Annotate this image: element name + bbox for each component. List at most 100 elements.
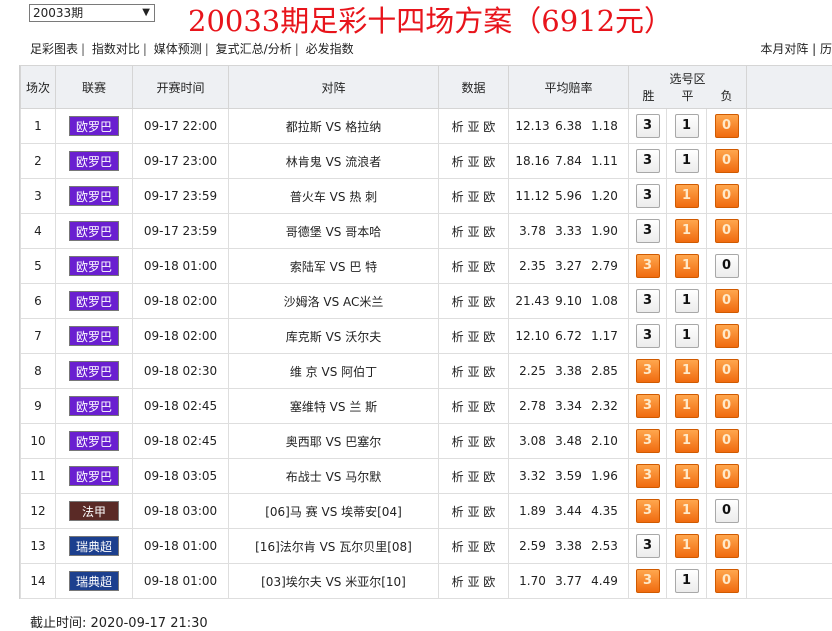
pick-lose-button[interactable]: 0 <box>715 254 739 278</box>
pick-lose-button[interactable]: 0 <box>715 499 739 523</box>
match-teams: [16]法尔肯 VS 瓦尔贝里[08] <box>229 529 439 564</box>
odds-lose: 4.35 <box>587 504 623 518</box>
pick-draw-button[interactable]: 1 <box>675 499 699 523</box>
nav-link-betfair[interactable]: 必发指数 <box>306 42 354 56</box>
col-extra <box>747 66 832 109</box>
pick-win-button[interactable]: 3 <box>636 534 660 558</box>
pick-draw-button[interactable]: 1 <box>675 569 699 593</box>
nav-link-chart[interactable]: 足彩图表 <box>30 42 78 56</box>
pick-lose-button[interactable]: 0 <box>715 464 739 488</box>
period-select[interactable]: 20033期 ▼ <box>29 4 155 22</box>
kickoff-time: 09-17 23:59 <box>133 179 229 214</box>
league-badge[interactable]: 欧罗巴 <box>69 431 119 451</box>
league-badge[interactable]: 欧罗巴 <box>69 326 119 346</box>
pick-win-button[interactable]: 3 <box>636 359 660 383</box>
data-links[interactable]: 析 亚 欧 <box>439 459 509 494</box>
pick-win-button[interactable]: 3 <box>636 114 660 138</box>
data-links[interactable]: 析 亚 欧 <box>439 564 509 599</box>
round-number: 4 <box>21 214 56 249</box>
avg-odds: 3.323.591.96 <box>509 459 629 494</box>
league-badge[interactable]: 法甲 <box>69 501 119 521</box>
pick-win-button[interactable]: 3 <box>636 394 660 418</box>
pick-lose-button[interactable]: 0 <box>715 394 739 418</box>
league-badge[interactable]: 欧罗巴 <box>69 396 119 416</box>
pick-draw-button[interactable]: 1 <box>675 534 699 558</box>
data-links[interactable]: 析 亚 欧 <box>439 179 509 214</box>
league-badge[interactable]: 欧罗巴 <box>69 256 119 276</box>
data-links[interactable]: 析 亚 欧 <box>439 249 509 284</box>
pick-win-button[interactable]: 3 <box>636 219 660 243</box>
round-number: 2 <box>21 144 56 179</box>
data-links[interactable]: 析 亚 欧 <box>439 319 509 354</box>
nav-link-odds-compare[interactable]: 指数对比 <box>92 42 140 56</box>
data-links[interactable]: 析 亚 欧 <box>439 354 509 389</box>
pick-lose-button[interactable]: 0 <box>715 324 739 348</box>
table-row: 3欧罗巴09-17 23:59普火车 VS 热 刺析 亚 欧11.125.961… <box>21 179 832 214</box>
pick-lose-cell: 0 <box>707 564 747 599</box>
pick-draw-button[interactable]: 1 <box>675 359 699 383</box>
pick-lose-button[interactable]: 0 <box>715 569 739 593</box>
data-links[interactable]: 析 亚 欧 <box>439 424 509 459</box>
league-badge[interactable]: 欧罗巴 <box>69 221 119 241</box>
pick-win-button[interactable]: 3 <box>636 184 660 208</box>
pick-lose-button[interactable]: 0 <box>715 534 739 558</box>
league-badge[interactable]: 欧罗巴 <box>69 151 119 171</box>
col-league: 联赛 <box>56 66 133 109</box>
pick-draw-button[interactable]: 1 <box>675 219 699 243</box>
pick-lose-button[interactable]: 0 <box>715 114 739 138</box>
league-badge[interactable]: 欧罗巴 <box>69 466 119 486</box>
nav-link-media[interactable]: 媒体预测 <box>154 42 202 56</box>
pick-lose-button[interactable]: 0 <box>715 429 739 453</box>
pick-win-button[interactable]: 3 <box>636 254 660 278</box>
odds-lose: 1.17 <box>587 329 623 343</box>
league-badge[interactable]: 欧罗巴 <box>69 291 119 311</box>
data-links[interactable]: 析 亚 欧 <box>439 529 509 564</box>
data-links[interactable]: 析 亚 欧 <box>439 144 509 179</box>
league-badge[interactable]: 欧罗巴 <box>69 361 119 381</box>
pick-lose-button[interactable]: 0 <box>715 219 739 243</box>
league-badge[interactable]: 瑞典超 <box>69 536 119 556</box>
pick-lose-cell: 0 <box>707 214 747 249</box>
pick-win-button[interactable]: 3 <box>636 289 660 313</box>
pick-win-button[interactable]: 3 <box>636 149 660 173</box>
pick-draw-button[interactable]: 1 <box>675 149 699 173</box>
nav-link-summary[interactable]: 复式汇总/分析 <box>216 42 292 56</box>
pick-lose-button[interactable]: 0 <box>715 149 739 173</box>
pick-draw-button[interactable]: 1 <box>675 324 699 348</box>
league-badge[interactable]: 瑞典超 <box>69 571 119 591</box>
pick-draw-button[interactable]: 1 <box>675 429 699 453</box>
pick-win-button[interactable]: 3 <box>636 324 660 348</box>
pick-win-button[interactable]: 3 <box>636 569 660 593</box>
data-links[interactable]: 析 亚 欧 <box>439 494 509 529</box>
data-links[interactable]: 析 亚 欧 <box>439 214 509 249</box>
pick-lose-button[interactable]: 0 <box>715 359 739 383</box>
pick-draw-cell: 1 <box>667 564 707 599</box>
pick-lose-button[interactable]: 0 <box>715 289 739 313</box>
pick-draw-button[interactable]: 1 <box>675 289 699 313</box>
extra-cell <box>747 179 832 214</box>
league-badge[interactable]: 欧罗巴 <box>69 116 119 136</box>
col-pick-zone: 选号区 胜 平 负 <box>629 66 747 109</box>
kickoff-time: 09-18 03:05 <box>133 459 229 494</box>
pick-lose-cell: 0 <box>707 459 747 494</box>
league-badge[interactable]: 欧罗巴 <box>69 186 119 206</box>
pick-draw-button[interactable]: 1 <box>675 464 699 488</box>
pick-draw-cell: 1 <box>667 424 707 459</box>
data-links[interactable]: 析 亚 欧 <box>439 284 509 319</box>
data-links[interactable]: 析 亚 欧 <box>439 389 509 424</box>
pick-lose-button[interactable]: 0 <box>715 184 739 208</box>
pick-draw-button[interactable]: 1 <box>675 184 699 208</box>
pick-draw-button[interactable]: 1 <box>675 394 699 418</box>
nav-link-month[interactable]: 本月对阵 | 历 <box>760 40 832 57</box>
pick-draw-button[interactable]: 1 <box>675 254 699 278</box>
kickoff-time: 09-17 23:59 <box>133 214 229 249</box>
pick-win-button[interactable]: 3 <box>636 429 660 453</box>
pick-draw-cell: 1 <box>667 284 707 319</box>
data-links[interactable]: 析 亚 欧 <box>439 109 509 144</box>
avg-odds: 12.136.381.18 <box>509 109 629 144</box>
pick-win-button[interactable]: 3 <box>636 499 660 523</box>
pick-draw-button[interactable]: 1 <box>675 114 699 138</box>
pick-win-button[interactable]: 3 <box>636 464 660 488</box>
match-teams: 都拉斯 VS 格拉纳 <box>229 109 439 144</box>
round-number: 10 <box>21 424 56 459</box>
